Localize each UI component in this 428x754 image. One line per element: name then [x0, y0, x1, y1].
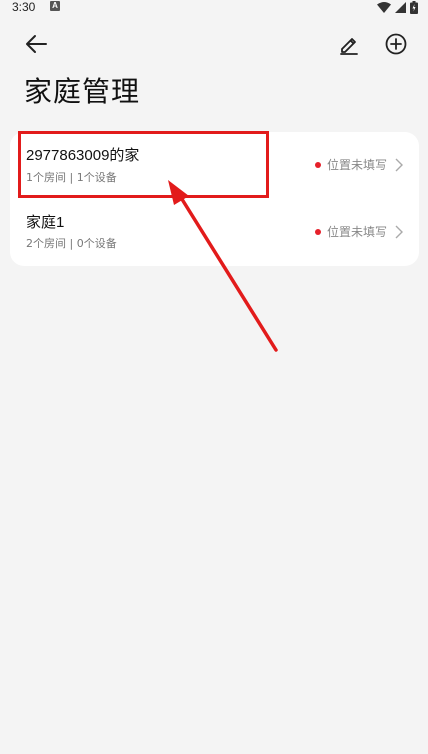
home-summary: 1个房间 | 1个设备 — [26, 171, 117, 184]
notification-a-icon: A — [50, 1, 60, 11]
add-home-button[interactable] — [381, 30, 411, 58]
location-status-text: 位置未填写 — [326, 158, 387, 172]
status-bar: 3:30 A — [0, 0, 428, 14]
signal-icon — [395, 1, 406, 13]
pencil-icon — [340, 38, 358, 55]
home-list-item[interactable]: 家庭1 2个房间 | 0个设备 位置未填写 — [10, 199, 419, 266]
plus-circle-icon — [385, 33, 407, 55]
app-bar — [0, 28, 428, 60]
home-list: 2977863009的家 1个房间 | 1个设备 位置未填写 家庭1 2个房间 … — [10, 132, 419, 266]
wifi-icon — [377, 1, 391, 13]
status-time: 3:30 — [12, 0, 36, 14]
status-dot-icon — [314, 162, 321, 168]
home-summary: 2个房间 | 0个设备 — [26, 237, 117, 250]
annotation-arrow — [168, 180, 278, 352]
status-dot-icon — [314, 229, 321, 235]
home-name: 2977863009的家 — [26, 147, 140, 164]
edit-button[interactable] — [334, 30, 364, 58]
arrow-left-icon — [26, 35, 47, 53]
page-title: 家庭管理 — [24, 75, 141, 108]
battery-icon — [410, 0, 418, 14]
back-button[interactable] — [20, 30, 52, 58]
location-status: 位置未填写 — [314, 156, 403, 174]
chevron-right-icon — [395, 225, 403, 239]
location-status: 位置未填写 — [314, 223, 403, 241]
status-indicators — [377, 0, 418, 14]
chevron-right-icon — [395, 158, 403, 172]
home-list-item[interactable]: 2977863009的家 1个房间 | 1个设备 位置未填写 — [10, 132, 419, 199]
location-status-text: 位置未填写 — [326, 225, 387, 239]
home-name: 家庭1 — [26, 214, 65, 231]
